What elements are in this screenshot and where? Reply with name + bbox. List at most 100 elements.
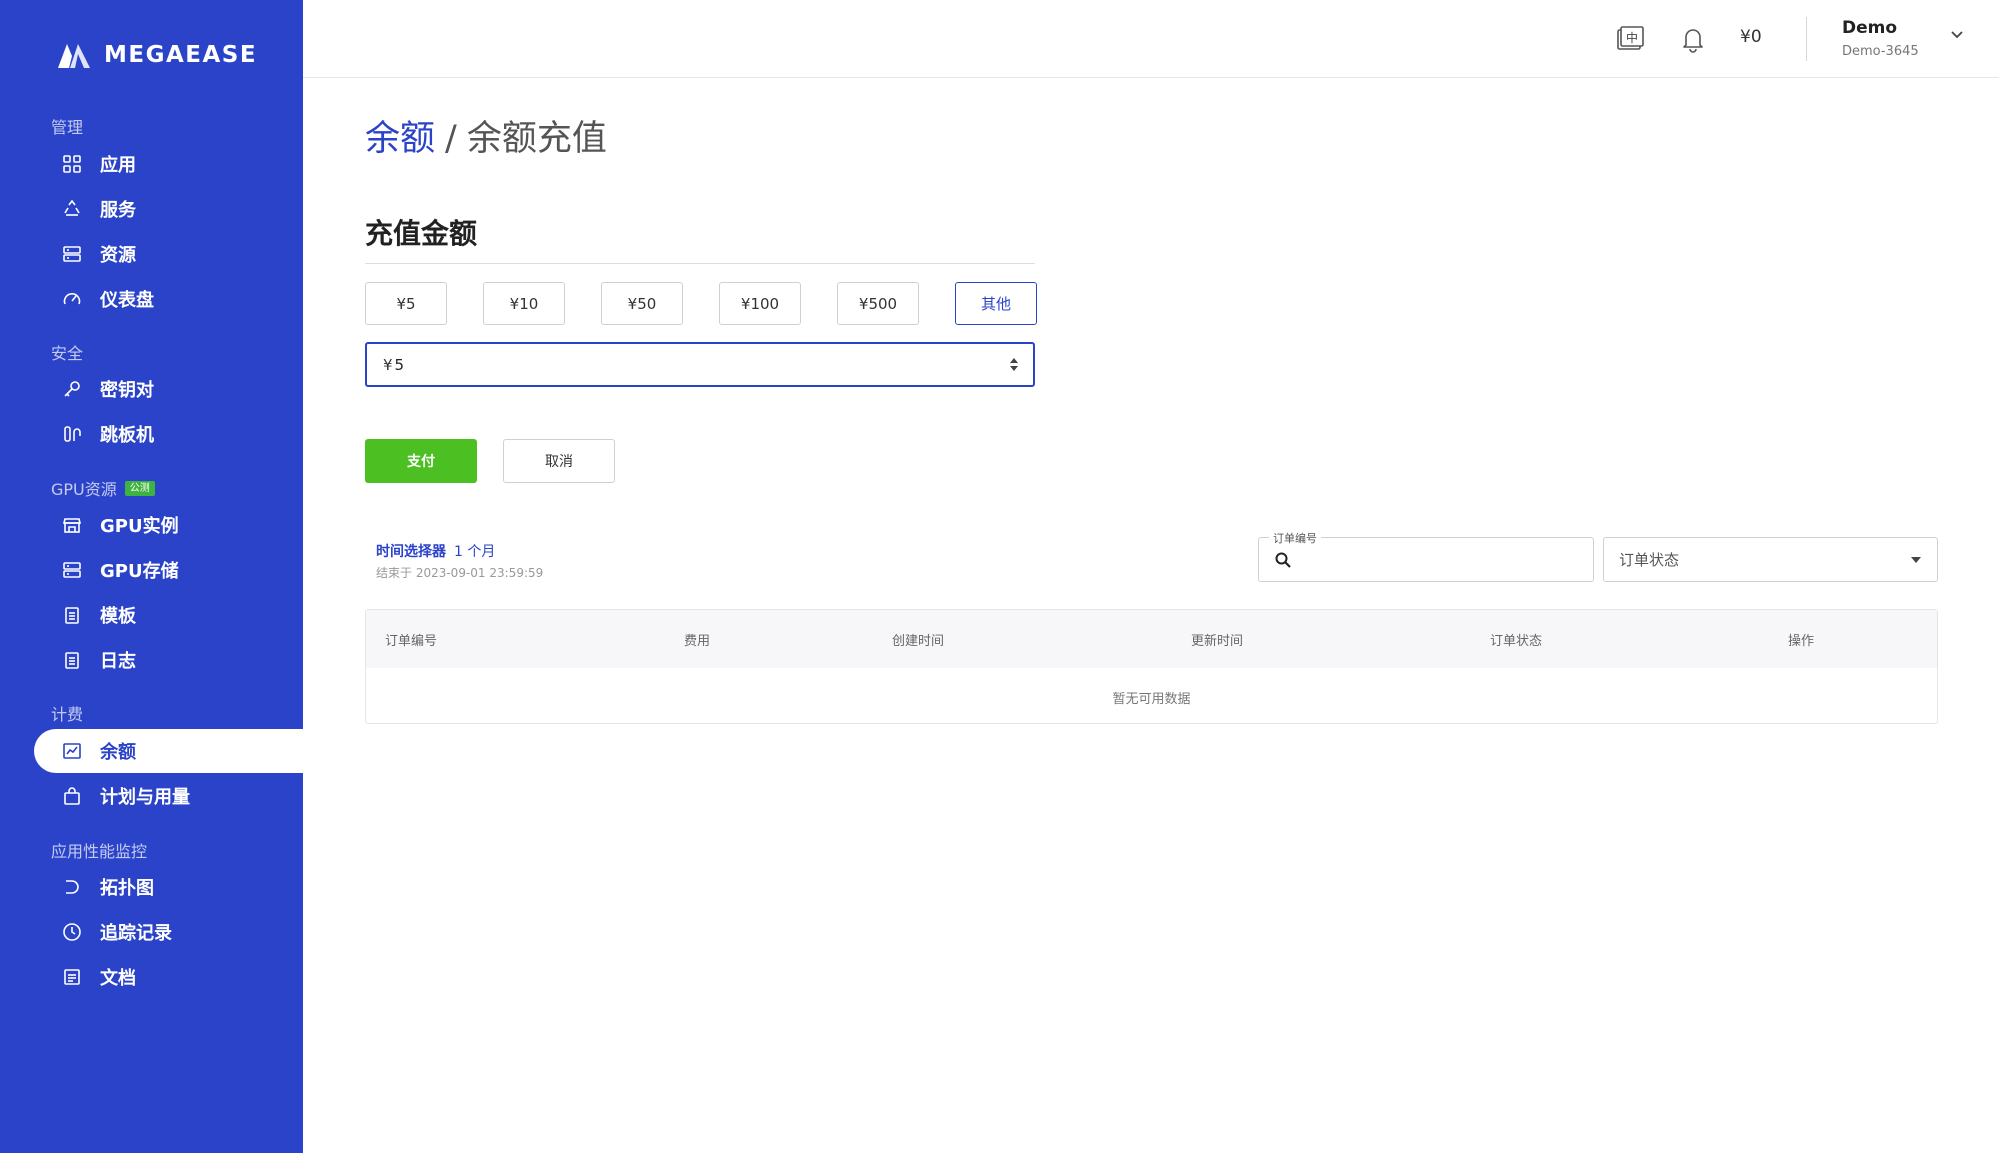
header-balance[interactable]: ¥0 xyxy=(1740,27,1762,47)
nav-section-manage: 管理 xyxy=(51,114,83,138)
sidebar-item-docs[interactable]: 文档 xyxy=(34,955,303,999)
jump-host-icon xyxy=(64,426,81,442)
notifications-button[interactable] xyxy=(1678,24,1708,54)
number-spinner-icon[interactable] xyxy=(1009,356,1019,373)
breadcrumb-parent-link[interactable]: 余额 xyxy=(365,119,435,159)
column-header-created-at[interactable]: 创建时间 xyxy=(892,630,944,649)
header-divider xyxy=(1806,17,1807,61)
document-icon xyxy=(64,969,80,985)
sidebar-item-label: 日志 xyxy=(100,651,136,672)
storage-icon xyxy=(63,562,81,578)
sidebar-item-templates[interactable]: 模板 xyxy=(34,593,303,637)
sidebar-item-label: 模板 xyxy=(100,606,136,627)
table-header-row: 订单编号 费用 创建时间 更新时间 订单状态 操作 xyxy=(366,610,1937,668)
time-range-picker[interactable]: 时间选择器 1 个月 结束于 2023-09-01 23:59:59 xyxy=(376,541,543,581)
breadcrumb: 余额 / 余额充值 xyxy=(365,110,607,161)
search-icon xyxy=(1275,552,1291,568)
brand-name: MEGAEASE xyxy=(104,42,258,68)
order-status-select[interactable]: 订单状态 xyxy=(1603,537,1938,582)
sidebar-item-traces[interactable]: 追踪记录 xyxy=(34,910,303,954)
shopping-bag-icon xyxy=(64,787,80,805)
nav-section-title: 管理 xyxy=(51,118,84,137)
language-switch-button[interactable]: 中 xyxy=(1615,24,1645,54)
column-header-order-no[interactable]: 订单编号 xyxy=(385,630,437,649)
language-icon: 中 xyxy=(1617,26,1644,50)
dropdown-caret-icon xyxy=(1911,557,1921,563)
recycle-icon xyxy=(64,199,80,216)
top-header: 中 ¥0 Demo Demo-3645 xyxy=(303,0,1999,78)
sidebar-item-gpu-instances[interactable]: GPU实例 xyxy=(34,503,303,547)
server-icon xyxy=(63,246,81,262)
topology-icon xyxy=(66,880,79,894)
sidebar-item-jump-host[interactable]: 跳板机 xyxy=(34,412,303,456)
breadcrumb-separator: / xyxy=(445,119,457,159)
store-icon xyxy=(62,518,82,533)
sidebar-item-apps[interactable]: 应用 xyxy=(34,142,303,186)
sidebar-item-resources[interactable]: 资源 xyxy=(34,232,303,276)
time-picker-label: 时间选择器 xyxy=(376,544,446,560)
user-name[interactable]: Demo xyxy=(1842,18,1897,38)
currency-prefix: ¥ xyxy=(383,355,393,374)
amount-input[interactable] xyxy=(394,355,995,374)
sidebar-item-logs[interactable]: 日志 xyxy=(34,638,303,682)
sidebar-item-label: 应用 xyxy=(100,155,136,176)
sidebar-item-label: GPU存储 xyxy=(100,561,179,582)
order-status-placeholder: 订单状态 xyxy=(1619,551,1680,569)
order-number-input[interactable] xyxy=(1303,548,1583,572)
sidebar-item-dashboard[interactable]: 仪表盘 xyxy=(34,277,303,321)
amount-option-10[interactable]: ¥10 xyxy=(483,282,565,325)
sidebar-item-keypairs[interactable]: 密钥对 xyxy=(34,367,303,411)
gauge-icon xyxy=(63,293,81,305)
nav-section-title: 安全 xyxy=(51,344,84,363)
sidebar-item-gpu-storage[interactable]: GPU存储 xyxy=(34,548,303,592)
beta-badge: 公测 xyxy=(124,480,155,496)
orders-table: 订单编号 费用 创建时间 更新时间 订单状态 操作 暂无可用数据 xyxy=(365,609,1938,724)
sidebar-item-label: 资源 xyxy=(100,245,136,266)
column-header-status[interactable]: 订单状态 xyxy=(1490,630,1542,649)
amount-field[interactable]: ¥ xyxy=(365,342,1035,387)
sidebar-item-label: 密钥对 xyxy=(100,380,154,401)
cancel-button[interactable]: 取消 xyxy=(503,439,615,483)
table-empty-message: 暂无可用数据 xyxy=(1112,692,1191,707)
sidebar-item-balance[interactable]: 余额 xyxy=(34,729,303,773)
recharge-amount-title: 充值金额 xyxy=(365,217,478,250)
nav-section-apm: 应用性能监控 xyxy=(51,838,147,862)
sidebar-item-services[interactable]: 服务 xyxy=(34,187,303,231)
amount-option-500[interactable]: ¥500 xyxy=(837,282,919,325)
clock-icon xyxy=(63,923,81,941)
nav-section-gpu: GPU资源 公测 xyxy=(51,476,155,500)
order-number-field[interactable]: 订单编号 xyxy=(1258,530,1594,582)
amount-option-5[interactable]: ¥5 xyxy=(365,282,447,325)
section-divider xyxy=(365,263,1035,264)
column-header-cost[interactable]: 费用 xyxy=(684,630,710,649)
bell-icon xyxy=(1683,29,1703,53)
sidebar-item-label: 服务 xyxy=(100,200,136,221)
sidebar-item-label: 计划与用量 xyxy=(100,787,190,808)
sidebar-item-label: 拓扑图 xyxy=(100,878,154,899)
time-range-value: 1 个月 xyxy=(454,544,496,560)
column-header-updated-at[interactable]: 更新时间 xyxy=(1191,630,1243,649)
chevron-down-icon[interactable] xyxy=(1948,26,1966,44)
amount-option-other[interactable]: 其他 xyxy=(955,282,1037,325)
brand-logo[interactable]: MEGAEASE xyxy=(56,40,257,70)
sidebar-item-topology[interactable]: 拓扑图 xyxy=(34,865,303,909)
clipboard-icon xyxy=(65,607,79,624)
breadcrumb-current: 余额充值 xyxy=(466,119,607,159)
nav-section-title: GPU资源 xyxy=(51,480,117,499)
user-account-id: Demo-3645 xyxy=(1842,44,1919,59)
sidebar-item-label: 余额 xyxy=(100,742,136,763)
nav-section-security: 安全 xyxy=(51,340,83,364)
order-number-label: 订单编号 xyxy=(1269,530,1321,546)
pay-button[interactable]: 支付 xyxy=(365,439,477,483)
amount-option-100[interactable]: ¥100 xyxy=(719,282,801,325)
nav-section-title: 计费 xyxy=(51,705,84,724)
grid-icon xyxy=(63,155,81,173)
time-range-end: 结束于 2023-09-01 23:59:59 xyxy=(376,566,544,580)
amount-option-50[interactable]: ¥50 xyxy=(601,282,683,325)
log-icon xyxy=(65,652,79,669)
sidebar-item-label: 追踪记录 xyxy=(100,923,172,944)
sidebar-item-plans-usage[interactable]: 计划与用量 xyxy=(34,774,303,818)
sidebar-item-label: GPU实例 xyxy=(100,516,179,537)
sidebar: MEGAEASE 管理 安全 GPU资源 公测 计费 应用性能监控 应用 服务 … xyxy=(0,0,303,1153)
key-icon xyxy=(64,381,80,397)
